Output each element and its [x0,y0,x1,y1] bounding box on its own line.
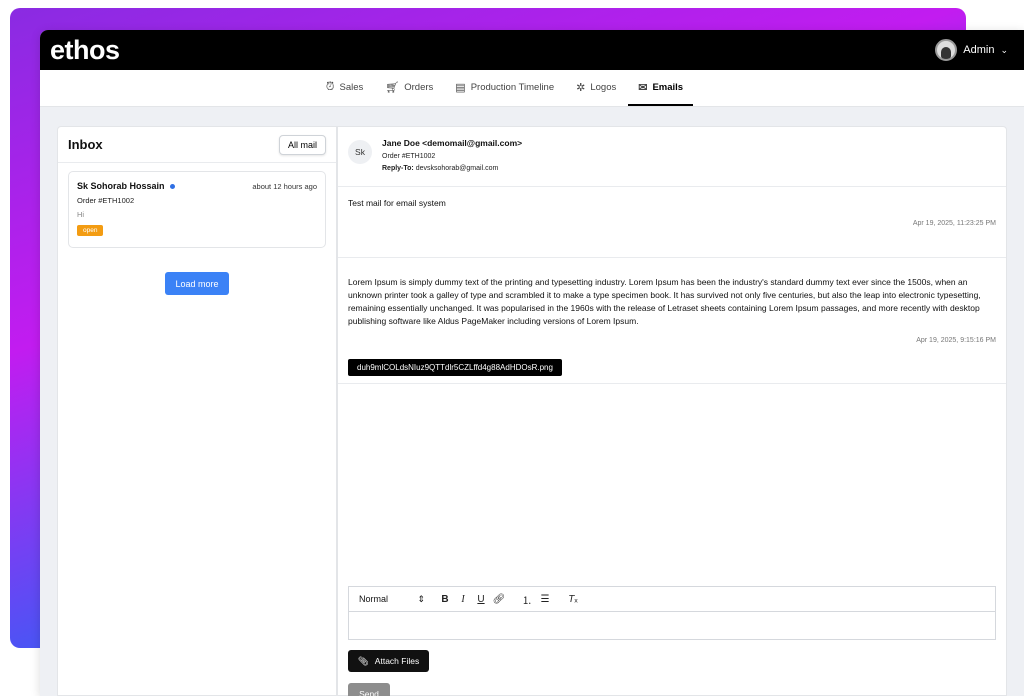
underline-icon[interactable]: U [472,594,490,605]
mail-order: Order #ETH1002 [77,196,135,205]
reply-composer: Normal ⇕ B I U 🔗︎ ⒈ ☰ Tₓ 📎︎ Attach Files… [348,586,996,696]
nav-tab-sales[interactable]: ⏰︎ Sales [316,70,373,106]
inbox-header: Inbox All mail [58,127,336,163]
attachment-chip[interactable]: duh9mlCOLdsNIuz9QTTdlr5CZLffd4g88AdHDOsR… [348,359,562,376]
message-item: Lorem Ipsum is simply dummy text of the … [338,258,1006,384]
paperclip-icon: 📎︎ [358,655,369,666]
sparkle-icon: ✲ [576,81,586,94]
thread-from: Jane Doe <demomail@gmail.com> [382,138,523,148]
nav-tab-orders[interactable]: 🛒︎ Orders [375,70,443,106]
email-workspace: Inbox All mail Sk Sohorab Hossain about … [57,126,1007,696]
reply-to-address: devsksohorab@gmail.com [415,165,499,172]
nav-tab-label: Production Timeline [470,81,555,93]
send-button[interactable]: Send [348,683,390,696]
message-date: Apr 19, 2025, 11:23:25 PM [912,220,996,227]
italic-icon[interactable]: I [454,594,472,605]
clear-format-icon[interactable]: Tₓ [564,594,582,605]
bold-icon[interactable]: B [436,594,454,605]
attach-files-button[interactable]: 📎︎ Attach Files [348,650,430,672]
format-select-value: Normal [359,594,389,604]
chevron-down-icon: ⌄ [1000,44,1008,55]
message-item: Test mail for email system Apr 19, 2025,… [338,187,1006,258]
reply-editor[interactable] [348,612,996,640]
mail-icon: ✉ [638,81,648,94]
load-more-button[interactable]: Load more [165,272,229,295]
nav-tab-label: Logos [590,81,617,93]
mail-sender-name: Sk Sohorab Hossain [77,181,165,191]
link-icon[interactable]: 🔗︎ [490,594,508,605]
timeline-icon: ▤ [455,81,466,94]
ethos-logo[interactable]: ethos [50,35,120,66]
main-nav: ⏰︎ Sales 🛒︎ Orders ▤ Production Timeline… [40,70,1024,107]
user-avatar-icon [935,39,958,61]
status-badge: open [77,225,104,236]
format-select[interactable]: Normal ⇕ [359,594,425,605]
email-thread: Sk Jane Doe <demomail@gmail.com> Order #… [338,126,1007,696]
nav-tab-emails[interactable]: ✉ Emails [628,70,694,106]
inbox-title: Inbox [68,137,103,152]
select-arrows-icon: ⇕ [417,593,425,604]
ordered-list-icon[interactable]: ⒈ [518,592,536,607]
thread-reply-to: Reply-To: devsksohorab@gmail.com [382,165,522,172]
sender-avatar: Sk [348,140,372,164]
nav-tab-label: Emails [652,81,684,93]
message-date: Apr 19, 2025, 9:15:16 PM [916,337,996,344]
thread-order: Order #ETH1002 [382,153,436,160]
attach-files-label: Attach Files [374,656,420,666]
nav-tab-label: Orders [404,81,434,93]
nav-tab-label: Sales [339,81,364,93]
nav-tab-logos[interactable]: ✲ Logos [566,70,626,106]
nav-tab-production-timeline[interactable]: ▤ Production Timeline [445,70,564,106]
all-mail-button[interactable]: All mail [278,134,326,155]
mail-preview: Hi [77,210,85,219]
editor-toolbar: Normal ⇕ B I U 🔗︎ ⒈ ☰ Tₓ [348,586,996,612]
unread-dot-icon [169,183,175,189]
message-body: Lorem Ipsum is simply dummy text of the … [348,277,981,326]
message-body: Test mail for email system [348,198,446,208]
cart-icon: 🛒︎ [385,81,400,94]
inbox-panel: Inbox All mail Sk Sohorab Hossain about … [57,126,337,696]
bullet-list-icon[interactable]: ☰ [536,594,554,605]
app-window: ethos Admin ⌄ ⏰︎ Sales 🛒︎ Orders ▤ Produ… [40,30,1024,696]
mail-time: about 12 hours ago [252,181,317,191]
top-bar: ethos Admin ⌄ [40,30,1024,70]
thread-header: Sk Jane Doe <demomail@gmail.com> Order #… [338,127,1006,187]
mail-sender: Sk Sohorab Hossain [77,181,175,191]
mail-list-item[interactable]: Sk Sohorab Hossain about 12 hours ago Or… [68,171,326,248]
user-menu[interactable]: Admin ⌄ [935,39,1008,61]
alarm-icon: ⏰︎ [325,80,335,93]
reply-to-label: Reply-To: [382,165,414,172]
user-name: Admin [963,44,995,56]
